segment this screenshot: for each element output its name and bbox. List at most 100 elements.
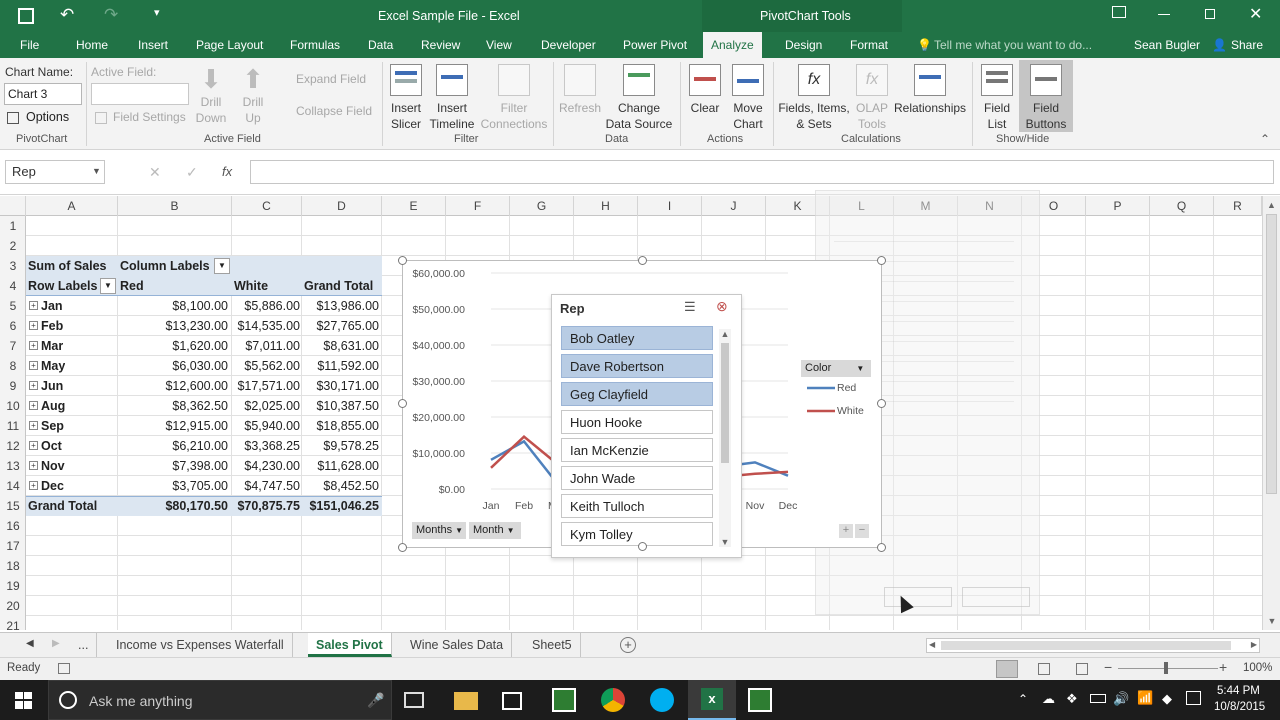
options-button[interactable]: Options — [26, 110, 69, 124]
prev-sheet-icon[interactable]: ◀ — [26, 638, 34, 649]
zoom-in-icon[interactable]: + — [1219, 659, 1227, 675]
color-field-button[interactable]: Color ▼ — [801, 360, 871, 377]
pivot-cell-white[interactable]: $3,368.25 — [232, 436, 300, 456]
grand-total-all[interactable]: $151,046.25 — [302, 496, 379, 516]
file-explorer-icon[interactable] — [454, 692, 478, 710]
row-header[interactable]: 12 — [0, 436, 26, 456]
row-header[interactable]: 1 — [0, 216, 26, 236]
fields-items-sets-button[interactable]: fx Fields, Items, & Sets — [778, 64, 850, 132]
excel-taskbar-button[interactable]: x — [688, 680, 736, 720]
pivot-cell-red[interactable]: $13,230.00 — [120, 316, 228, 336]
pivot-row-label[interactable]: Aug — [41, 396, 65, 416]
expand-row-icon[interactable]: + — [29, 381, 38, 390]
vertical-scrollbar[interactable]: ▲ ▼ — [1262, 196, 1280, 630]
tab-wine-sales-data[interactable]: Wine Sales Data — [402, 633, 513, 657]
pivot-cell-total[interactable]: $27,765.00 — [302, 316, 379, 336]
row-header[interactable]: 13 — [0, 456, 26, 476]
pivot-row-label[interactable]: Oct — [41, 436, 62, 456]
slicer-item[interactable]: Kym Tolley — [561, 522, 713, 546]
pivot-row-label[interactable]: Jun — [41, 376, 63, 396]
tab-sheet5[interactable]: Sheet5 — [524, 633, 581, 657]
skype-icon[interactable] — [650, 688, 674, 712]
pivot-cell-total[interactable]: $9,578.25 — [302, 436, 379, 456]
camtasia-icon[interactable] — [552, 688, 576, 712]
tab-developer[interactable]: Developer — [541, 32, 596, 58]
column-header[interactable]: A — [26, 196, 118, 216]
pivot-column-labels[interactable]: Column Labels — [120, 256, 210, 276]
pivot-cell-white[interactable]: $14,535.00 — [232, 316, 300, 336]
expand-row-icon[interactable]: + — [29, 321, 38, 330]
pivot-row-label[interactable]: Jan — [41, 296, 63, 316]
field-list-button[interactable]: Field List — [980, 64, 1014, 132]
pivot-cell-white[interactable]: $2,025.00 — [232, 396, 300, 416]
network-icon[interactable]: ◆ — [1162, 691, 1172, 707]
row-header[interactable]: 11 — [0, 416, 26, 436]
pivot-cell-white[interactable]: $5,940.00 — [232, 416, 300, 436]
tab-review[interactable]: Review — [421, 32, 460, 58]
header-white[interactable]: White — [234, 276, 268, 296]
collapse-minus-button[interactable]: − — [855, 524, 869, 538]
row-header[interactable]: 9 — [0, 376, 26, 396]
row-labels-filter-button[interactable]: ▼ — [100, 278, 116, 294]
expand-row-icon[interactable]: + — [29, 481, 38, 490]
tab-insert[interactable]: Insert — [138, 32, 168, 58]
relationships-button[interactable]: Relationships — [894, 64, 966, 116]
row-header[interactable]: 16 — [0, 516, 26, 536]
pivot-cell-total[interactable]: $11,592.00 — [302, 356, 379, 376]
name-box-dropdown-icon[interactable]: ▼ — [92, 166, 101, 176]
macro-record-icon[interactable] — [58, 663, 70, 674]
column-header[interactable]: D — [302, 196, 382, 216]
chart-name-input[interactable]: Chart 3 — [4, 83, 82, 105]
resize-handle[interactable] — [877, 256, 886, 265]
expand-row-icon[interactable]: + — [29, 361, 38, 370]
scroll-down-icon[interactable]: ▼ — [1263, 616, 1280, 626]
expand-row-icon[interactable]: + — [29, 341, 38, 350]
minimize-icon[interactable] — [1158, 14, 1170, 15]
resize-handle[interactable] — [877, 543, 886, 552]
tray-chevron-icon[interactable]: ⌃ — [1018, 692, 1028, 706]
tab-file[interactable]: File — [20, 32, 39, 58]
action-center-icon[interactable] — [1186, 691, 1201, 705]
formula-input[interactable] — [250, 160, 1274, 184]
row-header[interactable]: 15 — [0, 496, 26, 516]
pivot-row-label[interactable]: Mar — [41, 336, 63, 356]
name-box[interactable]: Rep — [5, 160, 105, 184]
tab-format[interactable]: Format — [850, 32, 888, 58]
slicer-scrollbar[interactable]: ▲ ▼ — [719, 329, 731, 547]
row-header[interactable]: 17 — [0, 536, 26, 556]
pivot-row-label[interactable]: Nov — [41, 456, 65, 476]
column-header[interactable]: I — [638, 196, 702, 216]
pivot-cell-total[interactable]: $8,452.50 — [302, 476, 379, 496]
pivot-cell-red[interactable]: $6,030.00 — [120, 356, 228, 376]
tab-data[interactable]: Data — [368, 32, 393, 58]
share-button[interactable]: Share — [1231, 32, 1263, 58]
grand-total-white[interactable]: $70,875.75 — [232, 496, 300, 516]
pivot-row-label[interactable]: Sep — [41, 416, 64, 436]
save-icon[interactable] — [18, 8, 34, 24]
new-sheet-button[interactable]: + — [620, 637, 636, 653]
more-sheets[interactable]: ... — [70, 633, 98, 657]
clear-filter-icon[interactable]: ⊗ — [716, 298, 728, 315]
customize-qat-icon[interactable]: ▾ — [154, 6, 160, 19]
row-header[interactable]: 6 — [0, 316, 26, 336]
tab-formulas[interactable]: Formulas — [290, 32, 340, 58]
grand-total-red[interactable]: $80,170.50 — [120, 496, 228, 516]
resize-handle[interactable] — [398, 399, 407, 408]
pivot-cell-white[interactable]: $7,011.00 — [232, 336, 300, 356]
pivot-cell-total[interactable]: $8,631.00 — [302, 336, 379, 356]
clock-date[interactable]: 10/8/2015 — [1214, 701, 1265, 713]
restore-icon[interactable] — [1205, 9, 1215, 19]
column-header[interactable]: Q — [1150, 196, 1214, 216]
tell-me-box[interactable]: Tell me what you want to do... — [934, 32, 1092, 58]
pivot-cell-red[interactable]: $3,705.00 — [120, 476, 228, 496]
expand-plus-button[interactable]: + — [839, 524, 853, 538]
header-grand-total[interactable]: Grand Total — [304, 276, 373, 296]
expand-row-icon[interactable]: + — [29, 461, 38, 470]
pivot-cell-red[interactable]: $7,398.00 — [120, 456, 228, 476]
tab-design[interactable]: Design — [785, 32, 822, 58]
column-header[interactable]: R — [1214, 196, 1262, 216]
row-header[interactable]: 2 — [0, 236, 26, 256]
zoom-slider[interactable] — [1118, 662, 1218, 674]
page-break-view-icon[interactable] — [1076, 663, 1088, 675]
row-header[interactable]: 10 — [0, 396, 26, 416]
